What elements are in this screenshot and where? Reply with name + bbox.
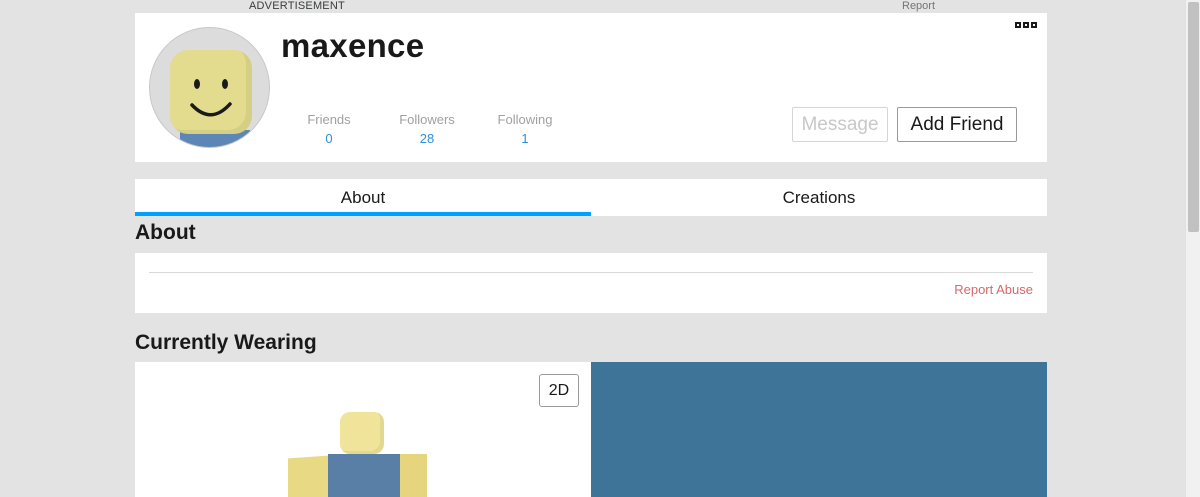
- tab-creations[interactable]: Creations: [591, 179, 1047, 216]
- about-heading: About: [135, 221, 196, 244]
- following-label: Following: [497, 112, 553, 127]
- avatar-figure-torso: [328, 454, 400, 497]
- outfit-items-panel: [591, 362, 1047, 497]
- about-card: Report Abuse: [135, 253, 1047, 313]
- avatar-figure-head: [340, 412, 384, 454]
- profile-page: ADVERTISEMENT Report maxence Friends 0 F…: [0, 0, 1200, 497]
- followers-stat[interactable]: Followers 28: [382, 112, 472, 146]
- tab-about[interactable]: About: [135, 179, 591, 216]
- username: maxence: [281, 27, 425, 64]
- scrollbar-thumb[interactable]: [1188, 2, 1199, 232]
- currently-wearing-heading: Currently Wearing: [135, 331, 317, 354]
- view-2d-toggle-button[interactable]: 2D: [539, 374, 579, 407]
- avatar-figure-right-arm: [400, 454, 427, 497]
- divider: [149, 272, 1033, 273]
- more-dot-icon: [1031, 22, 1037, 28]
- report-ad-link[interactable]: Report: [902, 0, 935, 12]
- message-button[interactable]: Message: [792, 107, 888, 142]
- friends-stat[interactable]: Friends 0: [284, 112, 374, 146]
- followers-label: Followers: [399, 112, 455, 127]
- friends-count[interactable]: 0: [284, 131, 374, 146]
- followers-count[interactable]: 28: [382, 131, 472, 146]
- profile-header: maxence Friends 0 Followers 28 Following…: [135, 13, 1047, 162]
- friends-label: Friends: [307, 112, 351, 127]
- add-friend-button[interactable]: Add Friend: [897, 107, 1017, 142]
- avatar-head: [170, 50, 252, 134]
- avatar-preview-panel: 2D: [135, 362, 591, 497]
- page-scrollbar[interactable]: [1185, 0, 1200, 497]
- more-options-button[interactable]: [1015, 22, 1039, 32]
- following-stat[interactable]: Following 1: [480, 112, 570, 146]
- more-dot-icon: [1023, 22, 1029, 28]
- avatar[interactable]: [149, 27, 270, 148]
- avatar-figure-left-arm: [288, 455, 328, 497]
- advertisement-label: ADVERTISEMENT: [249, 0, 345, 12]
- report-abuse-link[interactable]: Report Abuse: [954, 282, 1033, 297]
- smile-face-icon: [190, 79, 232, 117]
- following-count[interactable]: 1: [480, 131, 570, 146]
- profile-tabs: About Creations: [135, 179, 1047, 216]
- more-dot-icon: [1015, 22, 1021, 28]
